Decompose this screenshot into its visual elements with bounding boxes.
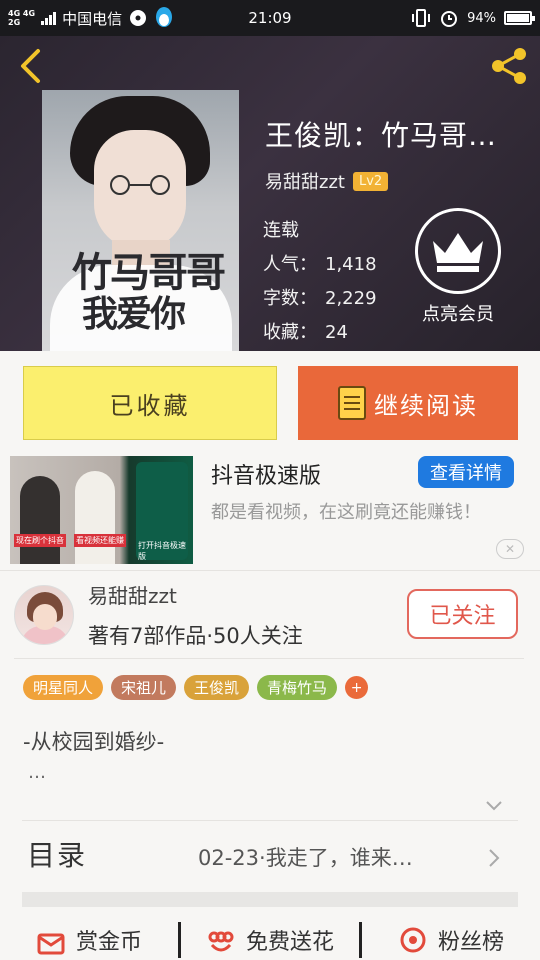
vibrate-icon bbox=[412, 9, 431, 27]
chevron-down-icon[interactable] bbox=[484, 796, 504, 816]
word-count-label: 字数： bbox=[263, 288, 317, 309]
send-flower-button[interactable]: 免费送花 bbox=[181, 920, 359, 960]
ad-image-caption-3: 打开抖音极速版 bbox=[138, 541, 186, 561]
share-button[interactable] bbox=[490, 46, 530, 86]
book-icon bbox=[338, 386, 366, 420]
author-card-name[interactable]: 易甜甜zzt bbox=[88, 580, 177, 609]
divider bbox=[0, 570, 540, 571]
ad-close-button[interactable]: ✕ bbox=[496, 539, 524, 559]
ad-image-caption-1: 现在刷个抖音 bbox=[14, 534, 66, 547]
tag-item[interactable]: 明星同人 bbox=[23, 675, 104, 700]
book-title: 王俊凯：竹马哥… bbox=[265, 119, 498, 152]
battery-icon bbox=[504, 11, 535, 25]
ad-details-button[interactable]: 查看详情 bbox=[418, 456, 514, 488]
flower-icon bbox=[208, 931, 234, 952]
vip-label: 点亮会员 bbox=[422, 304, 494, 325]
author-name[interactable]: 易甜甜zzt bbox=[265, 168, 345, 194]
word-count-row: 字数： 2,229 bbox=[263, 282, 377, 316]
popularity-row: 人气： 1,418 bbox=[263, 248, 377, 282]
carrier-name: 中国电信 bbox=[62, 9, 123, 28]
target-ranking-icon bbox=[400, 927, 426, 953]
status-left: 4G 4G 2G 中国电信 bbox=[8, 6, 411, 30]
tag-item[interactable]: 宋祖儿 bbox=[111, 675, 177, 700]
word-count-value: 2,229 bbox=[325, 288, 377, 309]
chevron-left-icon bbox=[21, 49, 40, 83]
vip-button[interactable]: 点亮会员 bbox=[412, 208, 504, 326]
book-info: 连载 人气： 1,418 字数： 2,229 收藏： 24 bbox=[263, 214, 377, 350]
tag-item[interactable]: 青梅竹马 bbox=[257, 675, 338, 700]
network-type: 4G 4G 2G bbox=[8, 9, 35, 27]
favorites-value: 24 bbox=[325, 322, 348, 343]
share-icon bbox=[492, 48, 526, 84]
book-status: 连载 bbox=[263, 220, 299, 241]
ad-image-caption-2: 看视频还能赚 bbox=[74, 534, 126, 547]
ad-description: 都是看视频，在这刷竟还能赚钱！ bbox=[211, 502, 481, 523]
network-type-bottom: 2G bbox=[8, 18, 21, 27]
bottom-action-bar: 赏金币 免费送花 粉丝榜 bbox=[0, 920, 540, 960]
book-intro: -从校园到婚纱- bbox=[23, 730, 165, 754]
toc-latest-chapter[interactable]: 02-23·我走了，谁来… bbox=[198, 842, 413, 872]
fan-ranking-button[interactable]: 粉丝榜 bbox=[362, 920, 540, 960]
continue-reading-label: 继续阅读 bbox=[374, 391, 478, 420]
followed-button[interactable]: 已关注 bbox=[407, 589, 518, 639]
section-separator bbox=[22, 892, 518, 907]
tag-list: 明星同人 宋祖儿 王俊凯 青梅竹马 + bbox=[23, 675, 369, 700]
divider bbox=[22, 820, 518, 821]
send-flower-label: 免费送花 bbox=[245, 930, 334, 955]
back-button[interactable] bbox=[12, 46, 48, 86]
gift-envelope-icon bbox=[37, 933, 65, 955]
status-right: 94% bbox=[411, 8, 535, 28]
crown-icon bbox=[415, 208, 501, 294]
status-bar: 4G 4G 2G 中国电信 21:09 94% bbox=[0, 0, 540, 36]
cover-title-line2: 我爱你 bbox=[82, 293, 186, 335]
reward-coins-button[interactable]: 赏金币 bbox=[0, 920, 178, 960]
divider bbox=[14, 658, 524, 659]
book-cover[interactable]: 竹马哥哥 我爱你 bbox=[42, 90, 239, 351]
favorites-label: 收藏： bbox=[263, 322, 317, 343]
alarm-clock-icon bbox=[441, 11, 458, 27]
qq-penguin-icon bbox=[156, 7, 173, 27]
level-badge: Lv2 bbox=[352, 171, 389, 191]
book-intro-more: … bbox=[28, 762, 46, 783]
chevron-right-icon[interactable] bbox=[486, 848, 502, 868]
reward-coins-label: 赏金币 bbox=[75, 930, 142, 955]
popularity-value: 1,418 bbox=[325, 254, 377, 275]
toc-label[interactable]: 目录 bbox=[27, 834, 87, 874]
battery-percent: 94% bbox=[467, 10, 496, 26]
network-type-top: 4G 4G bbox=[8, 9, 36, 18]
signal-icon bbox=[41, 11, 57, 25]
tag-item[interactable]: 王俊凯 bbox=[184, 675, 250, 700]
ad-banner[interactable]: 现在刷个抖音 看视频还能赚 打开抖音极速版 抖音极速版 查看详情 都是看视频，在… bbox=[0, 452, 540, 566]
ad-title: 抖音极速版 bbox=[211, 464, 322, 489]
author-card-stats: 著有7部作品·50人关注 bbox=[88, 624, 303, 648]
book-header: 竹马哥哥 我爱你 王俊凯：竹马哥… 易甜甜zzt Lv2 连载 人气： 1,418… bbox=[0, 36, 540, 351]
continue-reading-button[interactable]: 继续阅读 bbox=[298, 366, 518, 440]
add-tag-button[interactable]: + bbox=[345, 676, 369, 699]
avatar[interactable] bbox=[14, 585, 74, 645]
favorited-button[interactable]: 已收藏 bbox=[23, 366, 277, 440]
fan-ranking-label: 粉丝榜 bbox=[437, 930, 504, 955]
ad-image[interactable]: 现在刷个抖音 看视频还能赚 打开抖音极速版 bbox=[10, 456, 193, 564]
popularity-label: 人气： bbox=[263, 254, 317, 275]
music-disc-icon bbox=[130, 10, 147, 26]
author-row: 易甜甜zzt Lv2 bbox=[265, 168, 389, 194]
favorites-row: 收藏： 24 bbox=[263, 316, 377, 350]
